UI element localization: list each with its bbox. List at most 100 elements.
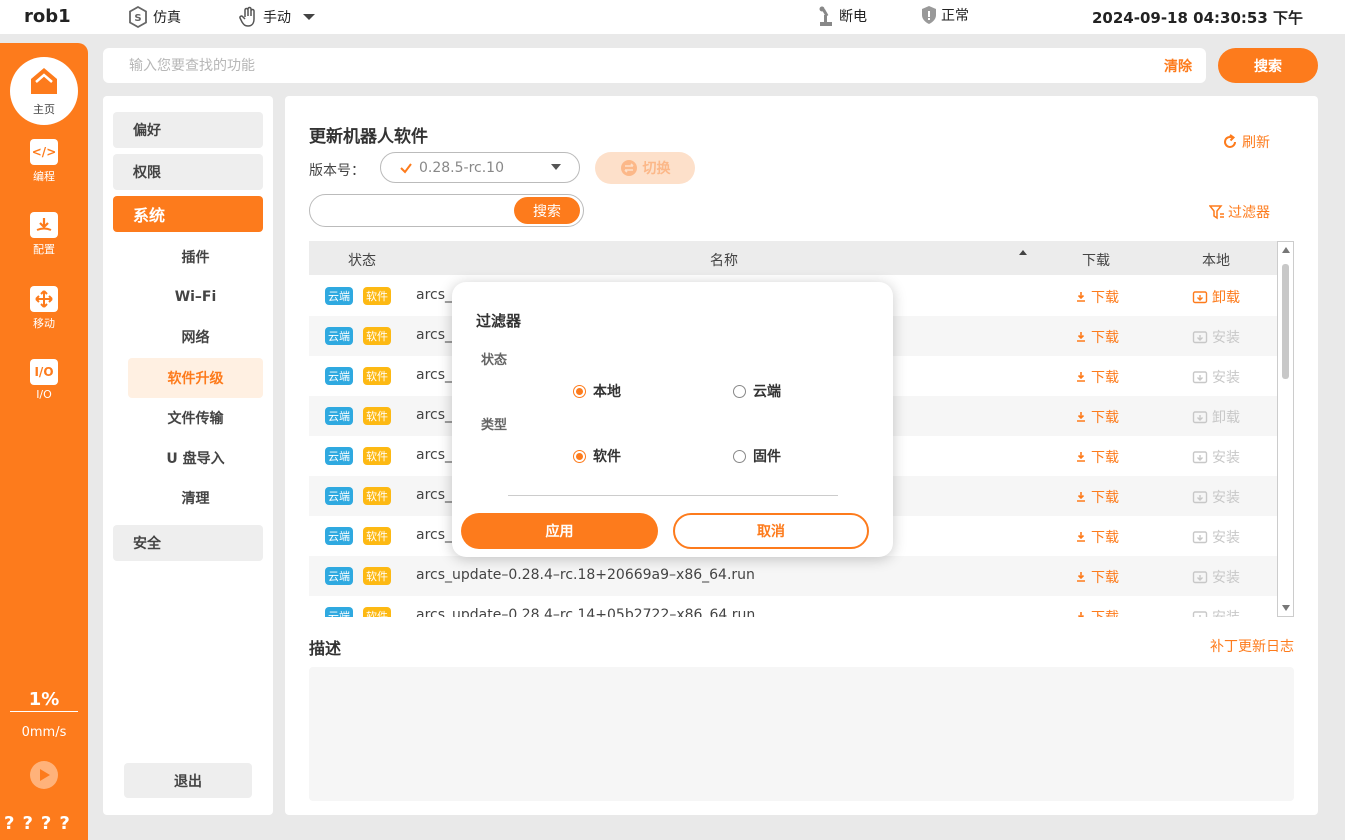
sidebar-item-plugins[interactable]: 插件 (128, 237, 263, 277)
cancel-button[interactable]: 取消 (673, 513, 869, 549)
local-action-label: 安装 (1212, 330, 1240, 346)
package-icon (1192, 451, 1208, 464)
home-button[interactable]: 主页 (10, 57, 78, 125)
download-icon (1077, 292, 1085, 302)
radio-type-firmware[interactable]: 固件 (733, 446, 781, 466)
table-search-box[interactable]: 搜索 (309, 194, 584, 227)
local-action-button: 安装 (1192, 447, 1240, 467)
column-status[interactable]: 状态 (348, 250, 376, 270)
nav-config[interactable]: 配置 (0, 212, 88, 257)
download-button[interactable]: 下载 (1075, 287, 1119, 307)
filter-dialog: 过滤器 状态 本地 云端 类型 软件 固件 应用 取消 (452, 282, 893, 557)
clear-button[interactable]: 清除 (1164, 56, 1192, 76)
download-config-icon (30, 212, 58, 238)
category-security[interactable]: 安全 (113, 525, 263, 561)
filter-button[interactable]: 过滤器 (1209, 202, 1270, 222)
switch-icon (620, 160, 637, 176)
simulation-mode[interactable]: S 仿真 (126, 5, 181, 29)
description-box (309, 667, 1294, 801)
download-label: 下载 (1091, 410, 1119, 426)
logout-button[interactable]: 退出 (124, 763, 252, 798)
column-download[interactable]: 下载 (1082, 250, 1110, 270)
radio-status-cloud[interactable]: 云端 (733, 381, 781, 401)
download-button[interactable]: 下载 (1075, 367, 1119, 387)
scroll-up-icon[interactable] (1282, 247, 1290, 253)
power-status[interactable]: 断电 (816, 5, 867, 27)
category-preferences[interactable]: 偏好 (113, 112, 263, 148)
sidebar-item-network[interactable]: 网络 (128, 317, 263, 357)
tag-cloud: 云端 (325, 447, 353, 465)
nav-move[interactable]: 移动 (0, 286, 88, 331)
tag-cloud: 云端 (325, 487, 353, 505)
sidebar-item-file-transfer[interactable]: 文件传输 (128, 398, 263, 438)
tag-cloud: 云端 (325, 527, 353, 545)
version-select[interactable]: 0.28.5-rc.10 (380, 152, 580, 183)
sidebar-item-software-upgrade[interactable]: 软件升级 (128, 358, 263, 398)
local-action-button: 安装 (1192, 607, 1240, 617)
refresh-button[interactable]: 刷新 (1221, 132, 1270, 152)
scroll-thumb[interactable] (1282, 264, 1289, 379)
radio-type-software[interactable]: 软件 (573, 446, 621, 466)
download-label: 下载 (1091, 330, 1119, 346)
tag-software: 软件 (363, 327, 391, 345)
radio-checked-icon (573, 449, 586, 463)
caret-down-icon (303, 14, 315, 20)
column-local[interactable]: 本地 (1202, 250, 1230, 270)
download-label: 下载 (1091, 450, 1119, 466)
apply-button[interactable]: 应用 (461, 513, 658, 549)
download-button[interactable]: 下载 (1075, 447, 1119, 467)
play-icon (40, 769, 50, 781)
table-row[interactable]: 云端 软件 arcs_update–0.28.4–rc.18+20669a9–x86… (309, 556, 1277, 596)
file-name: arcs_update–0.28.4–rc.14+05b2722–x86_64.… (416, 607, 756, 617)
scroll-down-icon[interactable] (1282, 605, 1290, 611)
local-action-button[interactable]: 卸载 (1192, 287, 1240, 307)
column-name[interactable]: 名称 (710, 250, 738, 270)
radio-status-local[interactable]: 本地 (573, 381, 621, 401)
search-button[interactable]: 搜索 (1218, 48, 1318, 83)
switch-button[interactable]: 切换 (595, 152, 695, 184)
description-title: 描述 (309, 639, 342, 658)
local-action-label: 安装 (1212, 370, 1240, 386)
radio-checked-icon (573, 384, 586, 398)
table-search-button[interactable]: 搜索 (514, 197, 580, 224)
page-title: 更新机器人软件 (309, 127, 428, 147)
category-permissions[interactable]: 权限 (113, 154, 263, 190)
download-button[interactable]: 下载 (1075, 567, 1119, 587)
download-icon (1077, 492, 1085, 502)
play-button[interactable] (30, 761, 58, 789)
tag-cloud: 云端 (325, 567, 353, 585)
function-search-input[interactable] (117, 48, 1137, 83)
download-button[interactable]: 下载 (1075, 407, 1119, 427)
local-action-label: 安装 (1212, 530, 1240, 546)
power-label: 断电 (839, 9, 867, 25)
speed-percent[interactable]: 1% (10, 689, 78, 712)
radio-status-cloud-label: 云端 (753, 384, 781, 400)
sort-ascending-icon[interactable] (1019, 250, 1027, 255)
filter-dialog-title: 过滤器 (476, 312, 522, 330)
manual-mode-dropdown[interactable]: 手动 (236, 5, 322, 29)
category-system[interactable]: 系统 (113, 196, 263, 232)
sidebar-item-cleanup[interactable]: 清理 (128, 478, 263, 518)
tag-cloud: 云端 (325, 327, 353, 345)
download-button[interactable]: 下载 (1075, 327, 1119, 347)
download-button[interactable]: 下载 (1075, 487, 1119, 507)
tag-software: 软件 (363, 567, 391, 585)
table-row[interactable]: 云端 软件 arcs_update–0.28.4–rc.14+05b2722–x86… (309, 596, 1277, 617)
changelog-link[interactable]: 补丁更新日志 (1210, 636, 1294, 656)
safety-status[interactable]: 正常 (920, 5, 969, 25)
tag-cloud: 云端 (325, 607, 353, 617)
sidebar-item-wifi[interactable]: Wi–Fi (128, 277, 263, 317)
download-label: 下载 (1091, 290, 1119, 306)
sidebar-item-usb-import[interactable]: U 盘导入 (128, 438, 263, 478)
nav-io[interactable]: I/O I/O (0, 359, 88, 401)
question-marks[interactable]: ???? (4, 813, 78, 834)
radio-type-firmware-label: 固件 (753, 449, 781, 465)
io-icon: I/O (30, 359, 58, 385)
table-scrollbar[interactable] (1277, 241, 1294, 617)
tag-software: 软件 (363, 487, 391, 505)
robot-name[interactable]: rob1 (24, 6, 71, 27)
nav-program[interactable]: </> 编程 (0, 139, 88, 184)
download-button[interactable]: 下载 (1075, 607, 1119, 617)
left-navigation-rail: 主页 </> 编程 配置 移动 I/O I/O 1% 0mm/s ???? (0, 43, 88, 840)
download-button[interactable]: 下载 (1075, 527, 1119, 547)
